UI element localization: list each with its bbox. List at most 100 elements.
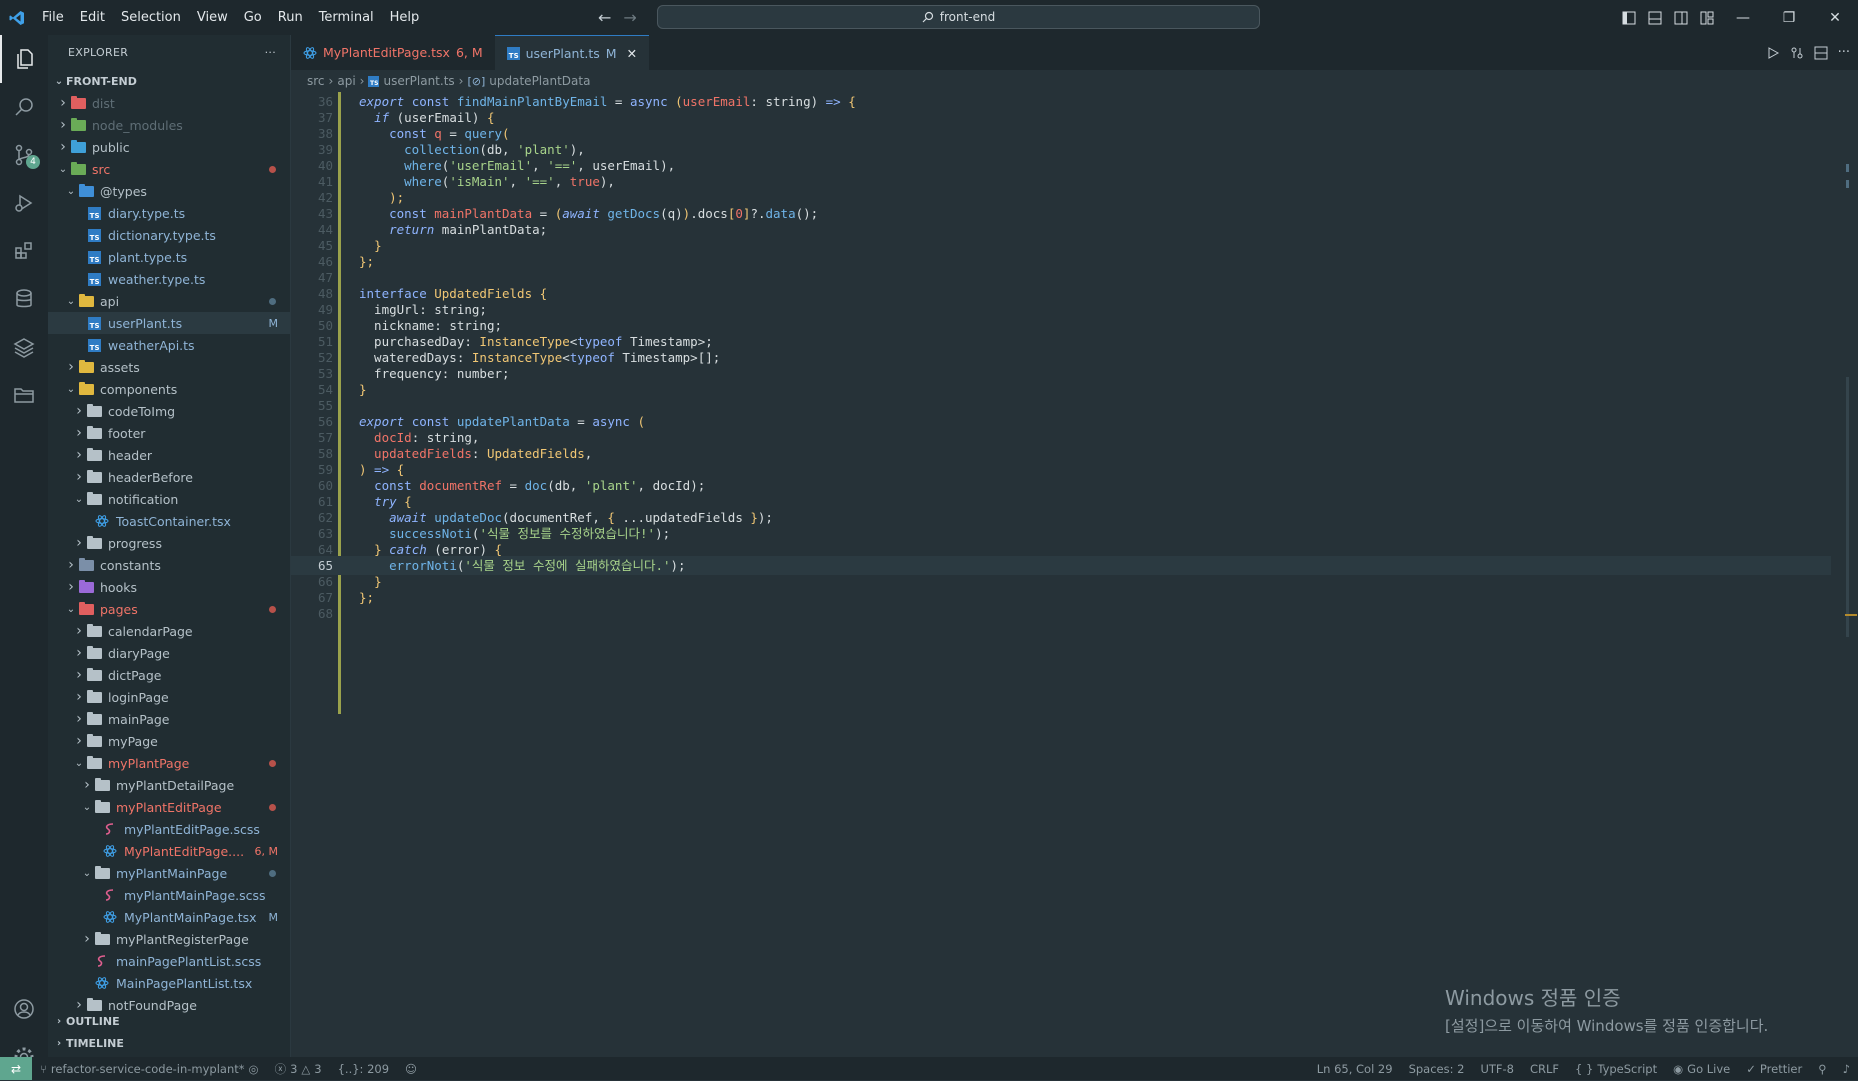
remote-indicator-icon[interactable]: ⇄ (0, 1057, 32, 1080)
menu-item-view[interactable]: View (189, 0, 236, 35)
notifications-bell-icon[interactable]: ♪ (1835, 1062, 1858, 1076)
tree-file[interactable]: ToastContainer.tsx (48, 510, 290, 532)
menu-item-go[interactable]: Go (236, 0, 270, 35)
close-window-button[interactable]: ✕ (1812, 0, 1858, 35)
tree-file[interactable]: mainPagePlantList.scss (48, 950, 290, 972)
tree-folder[interactable]: › hooks (48, 576, 290, 598)
tree-file[interactable]: MyPlantEditPage.... 6, M (48, 840, 290, 862)
tree-folder[interactable]: ⌄ myPlantPage (48, 752, 290, 774)
restore-button[interactable]: ❐ (1766, 0, 1812, 35)
minimize-button[interactable]: — (1720, 0, 1766, 35)
extensions-icon[interactable] (0, 227, 48, 275)
tree-folder[interactable]: › dictPage (48, 664, 290, 686)
toggle-panel-icon[interactable] (1642, 0, 1668, 35)
explorer-icon[interactable] (0, 35, 48, 83)
compare-changes-icon[interactable] (1790, 46, 1804, 60)
breadcrumb-item[interactable]: src (307, 74, 325, 88)
tree-folder[interactable]: › dist (48, 92, 290, 114)
back-arrow-icon[interactable]: ← (598, 8, 611, 27)
tree-folder[interactable]: ⌄ myPlantEditPage (48, 796, 290, 818)
tree-folder[interactable]: ⌄ notification (48, 488, 290, 510)
selection-indicator[interactable]: {..}: 209 (330, 1062, 397, 1076)
search-icon[interactable] (0, 83, 48, 131)
go-live-button[interactable]: ◉ Go Live (1665, 1062, 1738, 1076)
run-debug-icon[interactable] (0, 179, 48, 227)
cursor-position[interactable]: Ln 65, Col 29 (1309, 1062, 1401, 1076)
tree-file[interactable]: TS weatherApi.ts (48, 334, 290, 356)
root-folder-header[interactable]: ⌄ FRONT-END (48, 70, 290, 92)
toggle-primary-sidebar-icon[interactable] (1616, 0, 1642, 35)
tree-folder[interactable]: ⌄ components (48, 378, 290, 400)
tree-folder[interactable]: › assets (48, 356, 290, 378)
tree-file[interactable]: TS diary.type.ts (48, 202, 290, 224)
indentation[interactable]: Spaces: 2 (1401, 1062, 1473, 1076)
tree-folder[interactable]: › footer (48, 422, 290, 444)
language-mode[interactable]: { } TypeScript (1567, 1062, 1665, 1076)
tree-folder[interactable]: › mainPage (48, 708, 290, 730)
tree-folder[interactable]: › myPlantDetailPage (48, 774, 290, 796)
tree-item-label: footer (108, 425, 146, 441)
outline-section[interactable]: › OUTLINE (48, 1010, 291, 1032)
tree-folder[interactable]: › codeToImg (48, 400, 290, 422)
tree-folder[interactable]: › progress (48, 532, 290, 554)
source-control-icon[interactable]: 4 (0, 131, 48, 179)
tree-folder[interactable]: › public (48, 136, 290, 158)
code-line[interactable]: 68 (291, 604, 1831, 623)
menu-item-selection[interactable]: Selection (113, 0, 189, 35)
live-share-icon[interactable]: ⚲ (1810, 1062, 1834, 1076)
menu-item-help[interactable]: Help (382, 0, 428, 35)
command-center-search[interactable]: front-end (657, 5, 1260, 29)
tree-file[interactable]: MainPagePlantList.tsx (48, 972, 290, 994)
tree-file[interactable]: TS plant.type.ts (48, 246, 290, 268)
menu-item-terminal[interactable]: Terminal (311, 0, 382, 35)
split-editor-icon[interactable] (1814, 46, 1828, 60)
tree-folder[interactable]: › loginPage (48, 686, 290, 708)
more-actions-icon[interactable]: ··· (265, 46, 276, 59)
customize-layout-icon[interactable] (1694, 0, 1720, 35)
tree-folder[interactable]: › node_modules (48, 114, 290, 136)
tree-folder[interactable]: › myPage (48, 730, 290, 752)
breadcrumb-item[interactable]: updatePlantData (489, 74, 590, 88)
menu-item-file[interactable]: File (34, 0, 72, 35)
tree-folder[interactable]: › headerBefore (48, 466, 290, 488)
forward-arrow-icon[interactable]: → (623, 8, 636, 27)
breadcrumb-item[interactable]: userPlant.ts (383, 74, 454, 88)
tree-file[interactable]: TS dictionary.type.ts (48, 224, 290, 246)
more-actions-icon[interactable]: ··· (1838, 45, 1850, 60)
breadcrumb-item[interactable]: api (337, 74, 355, 88)
database-icon[interactable] (0, 275, 48, 323)
toggle-secondary-sidebar-icon[interactable] (1668, 0, 1694, 35)
feedback-smiley-icon[interactable]: ☺ (397, 1062, 425, 1076)
tree-file[interactable]: TS weather.type.ts (48, 268, 290, 290)
code-editor[interactable]: 36 export const findMainPlantByEmail = as… (291, 92, 1858, 1057)
tree-folder[interactable]: › diaryPage (48, 642, 290, 664)
end-of-line[interactable]: CRLF (1522, 1062, 1567, 1076)
tree-folder[interactable]: › header (48, 444, 290, 466)
accounts-icon[interactable] (0, 985, 48, 1033)
tree-folder[interactable]: › constants (48, 554, 290, 576)
problems-indicator[interactable]: ⓧ 3 △ 3 (267, 1061, 330, 1077)
tree-folder[interactable]: ⌄ pages (48, 598, 290, 620)
tree-folder[interactable]: ⌄ api (48, 290, 290, 312)
run-icon[interactable] (1766, 46, 1780, 60)
timeline-section[interactable]: › TIMELINE (48, 1032, 291, 1054)
project-manager-icon[interactable] (0, 371, 48, 419)
tree-folder[interactable]: ⌄ @types (48, 180, 290, 202)
menu-item-edit[interactable]: Edit (72, 0, 113, 35)
close-tab-icon[interactable]: ✕ (627, 46, 637, 61)
tree-file[interactable]: myPlantEditPage.scss (48, 818, 290, 840)
tab-userplant[interactable]: TS userPlant.ts M ✕ (494, 35, 650, 70)
prettier-status[interactable]: ✓ Prettier (1738, 1062, 1810, 1076)
tree-folder[interactable]: › myPlantRegisterPage (48, 928, 290, 950)
tab-myplanteditpage[interactable]: MyPlantEditPage.tsx 6, M (291, 35, 495, 70)
menu-item-run[interactable]: Run (270, 0, 311, 35)
tree-folder[interactable]: ⌄ src (48, 158, 290, 180)
tree-file[interactable]: MyPlantMainPage.tsx M (48, 906, 290, 928)
branch-indicator[interactable]: ⑂ refactor-service-code-in-myplant* ◎ (32, 1062, 267, 1076)
tree-folder[interactable]: ⌄ myPlantMainPage (48, 862, 290, 884)
encoding[interactable]: UTF-8 (1472, 1062, 1522, 1076)
tree-file[interactable]: TS userPlant.ts M (48, 312, 290, 334)
layers-icon[interactable] (0, 323, 48, 371)
tree-folder[interactable]: › calendarPage (48, 620, 290, 642)
tree-file[interactable]: myPlantMainPage.scss (48, 884, 290, 906)
